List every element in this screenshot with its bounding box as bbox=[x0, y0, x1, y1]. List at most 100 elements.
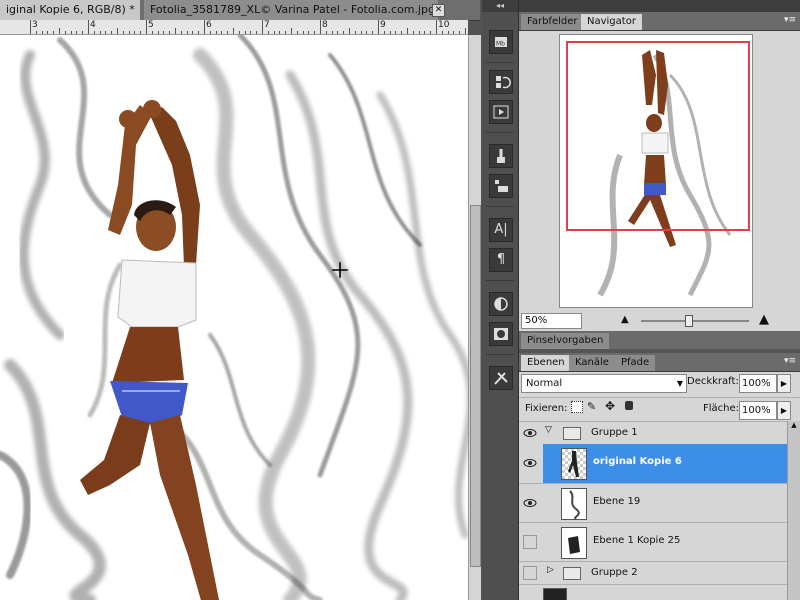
ruler-tick bbox=[163, 31, 165, 34]
tab-kanale[interactable]: Kanäle bbox=[569, 355, 615, 371]
tab-pfade[interactable]: Pfade bbox=[615, 355, 656, 371]
layer-row-ebene-1-kopie-25[interactable]: Ebene 1 Kopie 25 bbox=[519, 522, 787, 562]
zoom-out-icon[interactable]: ▲ bbox=[621, 314, 629, 325]
layer-name: Ebene 1 Kopie 25 bbox=[593, 535, 681, 546]
eye-hidden-icon[interactable] bbox=[523, 566, 537, 580]
zoom-in-icon[interactable]: ▲ bbox=[759, 312, 769, 327]
adjustments-icon[interactable] bbox=[489, 292, 513, 316]
vertical-scrollbar[interactable] bbox=[468, 35, 481, 600]
panel-menu-icon[interactable]: ▾≡ bbox=[784, 15, 796, 25]
horizontal-ruler: 3 4 5 6 7 8 9 10 bbox=[0, 20, 468, 35]
tab-navigator[interactable]: Navigator bbox=[581, 14, 642, 30]
tool-presets-icon[interactable] bbox=[489, 366, 513, 390]
ruler-tick bbox=[238, 31, 240, 34]
collapse-arrows[interactable]: ◂◂ bbox=[482, 0, 518, 12]
zoom-slider-thumb[interactable] bbox=[685, 315, 693, 327]
brush-icon[interactable] bbox=[489, 144, 513, 168]
eye-hidden-icon[interactable] bbox=[523, 535, 537, 549]
layer-name: Gruppe 1 bbox=[591, 427, 638, 438]
ruler-tick bbox=[157, 31, 159, 34]
chevron-right-icon[interactable]: ▶ bbox=[777, 401, 791, 420]
opacity-input[interactable]: 100% bbox=[739, 374, 777, 393]
ruler-tick bbox=[273, 31, 275, 34]
scrollbar-thumb[interactable] bbox=[470, 205, 481, 567]
ruler-tick bbox=[407, 28, 408, 34]
ruler-number: 8 bbox=[322, 20, 328, 30]
ruler-tick bbox=[441, 31, 443, 34]
document-canvas[interactable] bbox=[0, 35, 468, 600]
layer-row-ebene-19[interactable]: Ebene 19 bbox=[519, 483, 787, 523]
tab-pinselvorgaben[interactable]: Pinselvorgaben bbox=[521, 333, 610, 349]
ruler-tick bbox=[291, 28, 292, 34]
ruler-tick bbox=[204, 20, 205, 34]
zoom-slider[interactable] bbox=[641, 320, 749, 322]
document-tab-label: Fotolia_3581789_XL© Varina Patel - Fotol… bbox=[150, 3, 435, 16]
tab-ebenen[interactable]: Ebenen bbox=[521, 355, 571, 371]
ruler-tick bbox=[459, 31, 461, 34]
layer-name: original Kopie 6 bbox=[593, 456, 682, 467]
navigator-preview[interactable] bbox=[559, 34, 753, 308]
ruler-number: 3 bbox=[32, 20, 38, 30]
ruler-tick bbox=[349, 28, 350, 34]
paragraph-icon[interactable]: ¶ bbox=[489, 248, 513, 272]
ruler-tick bbox=[424, 31, 426, 34]
close-icon[interactable]: ✕ bbox=[432, 4, 445, 17]
lock-transparent-icon[interactable] bbox=[571, 401, 583, 413]
navigator-view-box[interactable] bbox=[566, 41, 750, 231]
ruler-tick bbox=[53, 31, 55, 34]
eye-icon[interactable] bbox=[523, 496, 537, 510]
fill-input[interactable]: 100% bbox=[739, 401, 777, 420]
document-tab-inactive[interactable]: Fotolia_3581789_XL© Varina Patel - Fotol… bbox=[144, 0, 438, 20]
eye-icon[interactable] bbox=[523, 426, 537, 440]
clone-source-icon[interactable] bbox=[489, 174, 513, 198]
lock-move-icon[interactable]: ✥ bbox=[605, 399, 615, 413]
layers-list: ▽ Gruppe 1 original Kopie 6 Ebene 19 Ebe… bbox=[519, 421, 787, 600]
ruler-tick bbox=[117, 28, 118, 34]
ruler-tick bbox=[146, 20, 147, 34]
lock-paint-icon[interactable]: ✎ bbox=[587, 400, 596, 413]
ruler-tick bbox=[105, 31, 107, 34]
right-panel-dock: Farbfelder Navigator ▾≡ 50% ▲ ▲ Pinselvo… bbox=[519, 0, 800, 600]
history-icon[interactable] bbox=[489, 70, 513, 94]
navigator-panel-header: Farbfelder Navigator ▾≡ bbox=[519, 12, 800, 31]
ruler-tick bbox=[366, 31, 368, 34]
layer-row-partial[interactable] bbox=[519, 584, 787, 600]
ruler-tick bbox=[59, 28, 60, 34]
layer-row-group-2[interactable]: ▷ Gruppe 2 bbox=[519, 561, 787, 584]
folder-icon bbox=[563, 567, 581, 580]
zoom-input[interactable]: 50% bbox=[521, 313, 582, 329]
eye-icon[interactable] bbox=[523, 456, 537, 470]
chevron-right-icon[interactable]: ▶ bbox=[777, 374, 791, 393]
ruler-tick bbox=[128, 31, 130, 34]
chevron-down-icon[interactable]: ▽ bbox=[545, 425, 552, 435]
ruler-tick bbox=[209, 31, 211, 34]
character-icon[interactable]: A| bbox=[489, 218, 513, 242]
chevron-right-icon[interactable]: ▷ bbox=[547, 565, 554, 575]
ruler-tick bbox=[250, 31, 252, 34]
tab-farbfelder[interactable]: Farbfelder bbox=[521, 14, 584, 30]
document-tab-label: iginal Kopie 6, RGB/8) * bbox=[6, 3, 135, 16]
layer-row-group-1[interactable]: ▽ Gruppe 1 bbox=[519, 421, 787, 444]
layer-name: Gruppe 2 bbox=[591, 567, 638, 578]
layer-thumbnail bbox=[561, 488, 587, 520]
actions-icon[interactable] bbox=[489, 100, 513, 124]
ruler-tick bbox=[412, 31, 414, 34]
ruler-tick bbox=[331, 31, 333, 34]
layer-row-original-kopie-6[interactable]: original Kopie 6 bbox=[519, 444, 787, 483]
blend-mode-select[interactable]: Normal ▼ bbox=[521, 374, 687, 393]
ruler-tick bbox=[267, 31, 269, 34]
masks-icon[interactable] bbox=[489, 322, 513, 346]
ruler-tick bbox=[430, 31, 432, 34]
ruler-tick bbox=[325, 31, 327, 34]
chevron-up-icon[interactable]: ▲ bbox=[789, 421, 799, 433]
chevron-down-icon: ▼ bbox=[676, 379, 683, 388]
layers-scrollbar[interactable]: ▲ bbox=[787, 421, 800, 600]
lock-all-icon[interactable] bbox=[625, 401, 633, 410]
panel-menu-icon[interactable]: ▾≡ bbox=[784, 356, 796, 366]
document-tab-active[interactable]: iginal Kopie 6, RGB/8) * ✕ bbox=[0, 0, 140, 20]
mini-bridge-icon[interactable]: Mb bbox=[489, 30, 513, 54]
smoke-wisps bbox=[0, 35, 468, 600]
ruler-number: 10 bbox=[438, 20, 450, 30]
ruler-tick bbox=[122, 31, 124, 34]
lock-row: Fixieren: ✎ ✥ Fläche: 100% ▶ bbox=[519, 397, 800, 420]
